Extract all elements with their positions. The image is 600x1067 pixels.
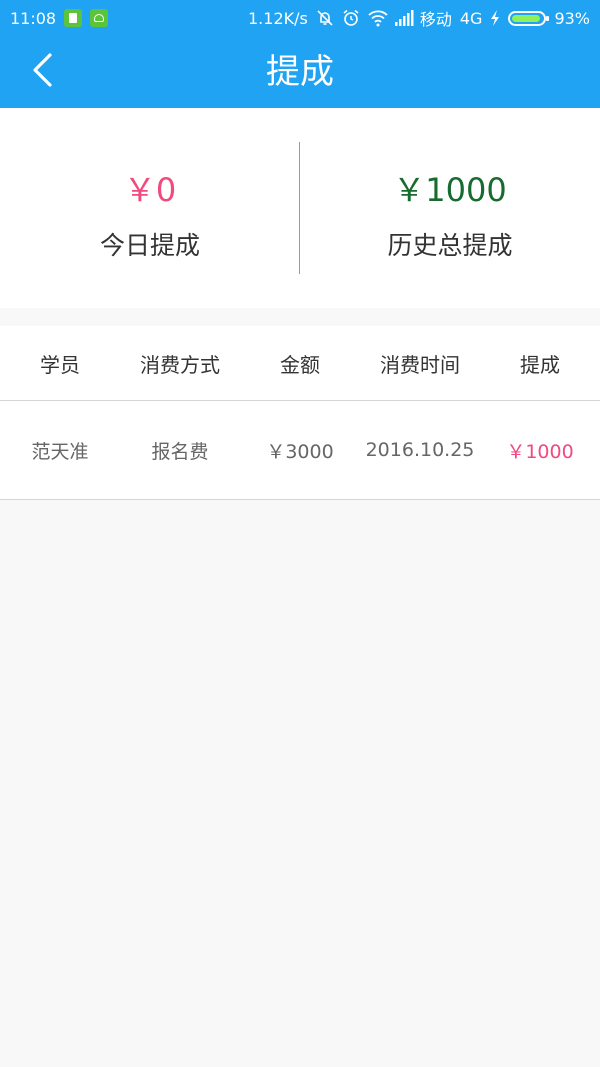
carrier-name: 移动 (419, 10, 452, 29)
alarm-icon (342, 9, 360, 27)
table-row[interactable]: 范天准 报名费 ￥3000 2016.10.25 ￥1000 (0, 401, 600, 500)
history-commission-label: 历史总提成 (387, 231, 513, 260)
status-bar: 11:08 1.12K/s 移动 4G 93% (0, 0, 600, 36)
column-header-payment-time: 消费时间 (380, 352, 460, 377)
app-notification-icon (64, 9, 83, 27)
history-commission: ￥1000 历史总提成 (300, 108, 600, 308)
history-commission-value: ￥1000 (393, 171, 507, 209)
cell-commission: ￥1000 (506, 440, 574, 463)
today-commission: ￥0 今日提成 (0, 108, 300, 308)
app-screen: 11:08 1.12K/s 移动 4G 93% 提成 ￥0 今日提成 ￥1000… (0, 0, 600, 1067)
page-title: 提成 (266, 52, 334, 92)
table-header: 学员 消费方式 金额 消费时间 提成 (0, 326, 600, 401)
cell-student: 范天准 (31, 440, 89, 463)
battery-fill (512, 14, 541, 22)
status-right: 1.12K/s 移动 4G 93% (248, 0, 590, 36)
cell-payment-method: 报名费 (151, 440, 209, 463)
title-bar: 提成 (0, 36, 600, 108)
cell-payment-time: 2016.10.25 (365, 439, 475, 461)
chevron-left-icon (30, 52, 54, 92)
battery-percent: 93% (554, 8, 590, 28)
signal-icon (394, 9, 414, 27)
column-header-payment-method: 消费方式 (140, 352, 220, 377)
status-time: 11:08 (10, 8, 57, 28)
today-commission-value: ￥0 (123, 171, 177, 209)
column-header-amount: 金额 (280, 352, 320, 377)
lightning-icon (490, 9, 500, 27)
network-type: 4G (459, 8, 483, 28)
bell-off-icon (316, 9, 334, 27)
commission-table: 学员 消费方式 金额 消费时间 提成 范天准 报名费 ￥3000 2016.10… (0, 326, 600, 500)
column-header-commission: 提成 (520, 352, 560, 377)
battery-icon (508, 10, 550, 26)
today-commission-label: 今日提成 (99, 231, 200, 260)
wifi-icon (368, 9, 388, 27)
commission-summary: ￥0 今日提成 ￥1000 历史总提成 (0, 108, 600, 308)
android-notification-icon (90, 9, 109, 27)
column-header-student: 学员 (40, 352, 80, 377)
back-button[interactable] (20, 50, 64, 94)
network-speed: 1.12K/s (248, 8, 308, 28)
cell-amount: ￥3000 (266, 440, 334, 463)
status-left: 11:08 (10, 0, 109, 36)
